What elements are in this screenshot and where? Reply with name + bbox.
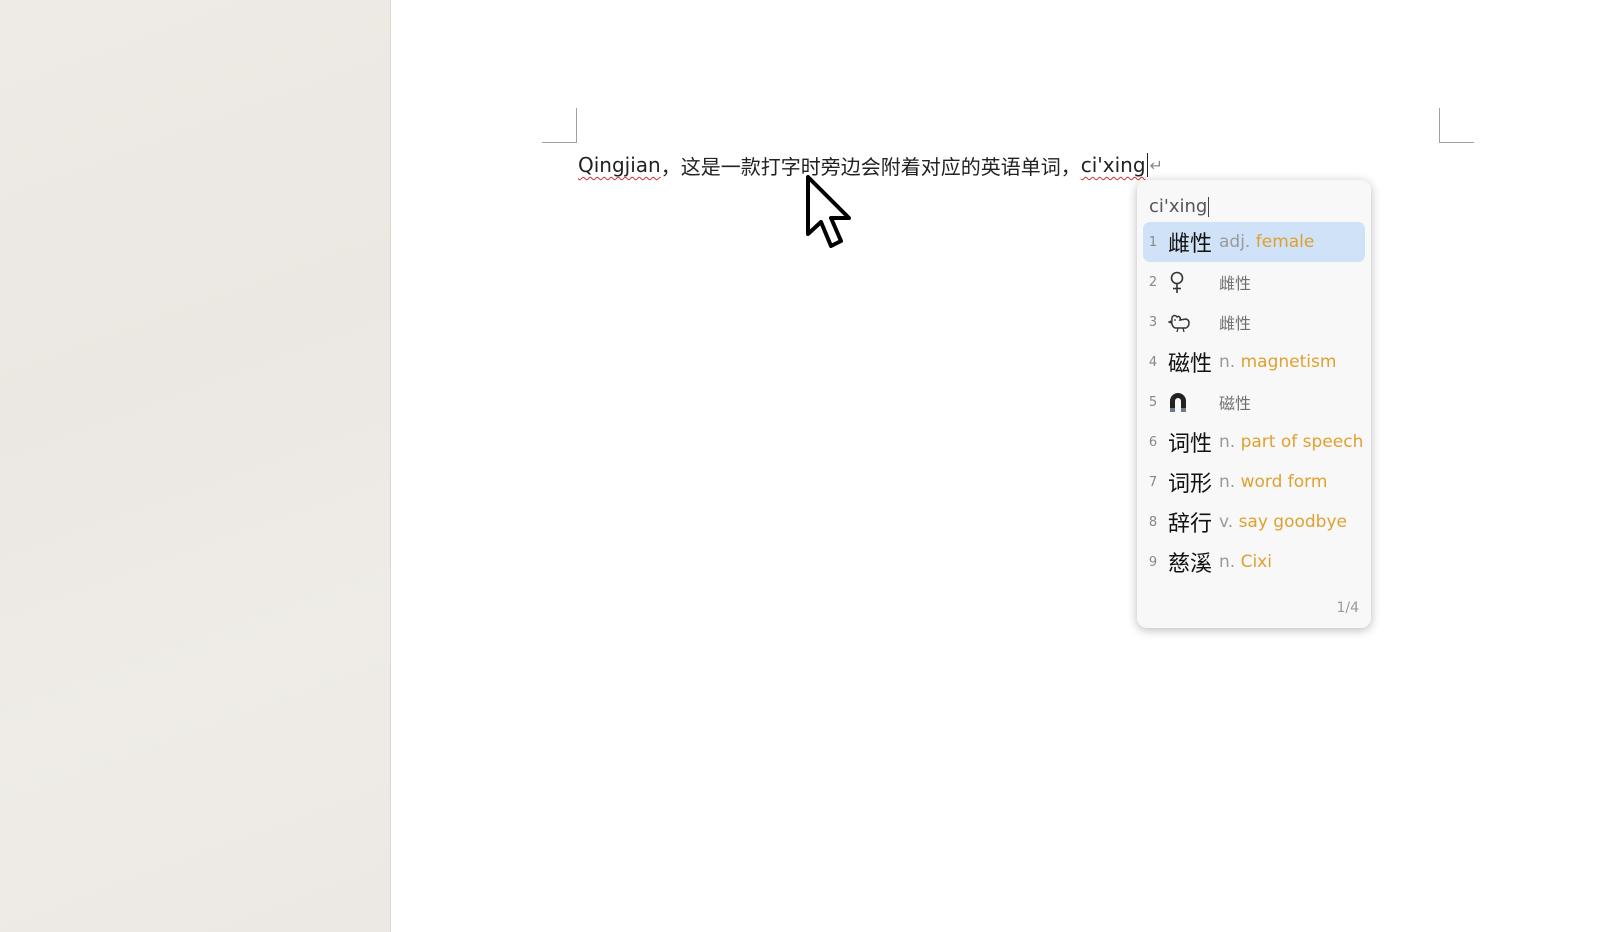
candidate-6[interactable]: 6 词性 n. part of speech xyxy=(1143,422,1365,462)
candidate-gloss: n. word form xyxy=(1219,472,1327,492)
ime-caret xyxy=(1208,196,1210,217)
candidate-gloss: n. part of speech xyxy=(1219,432,1363,452)
candidate-number: 7 xyxy=(1148,474,1158,490)
english-gloss: word form xyxy=(1240,472,1328,492)
candidate-page-indicator: 1/4 xyxy=(1336,600,1359,616)
candidate-gloss: n. Cixi xyxy=(1219,552,1272,572)
candidate-gloss: v. say goodbye xyxy=(1219,512,1347,532)
mouse-pointer-icon xyxy=(806,175,851,248)
candidate-8[interactable]: 8 辞行 v. say goodbye xyxy=(1143,502,1365,542)
candidate-gloss: adj. female xyxy=(1219,232,1314,252)
candidate-word: 辞行 xyxy=(1168,512,1213,537)
female-symbol-icon xyxy=(1170,271,1184,293)
candidate-emoji xyxy=(1162,310,1219,335)
ime-composition: ci'xing xyxy=(1149,196,1210,217)
margin-corner-top-right xyxy=(1439,108,1474,143)
candidate-1[interactable]: 1 雌性 adj. female xyxy=(1143,222,1365,262)
hen-icon xyxy=(1168,314,1190,332)
candidate-word: 词性 xyxy=(1168,432,1213,457)
candidate-9[interactable]: 9 慈溪 n. Cixi xyxy=(1143,542,1365,582)
candidate-emoji xyxy=(1162,390,1219,415)
english-gloss: part of speech xyxy=(1240,432,1364,452)
part-of-speech: adj. xyxy=(1219,232,1251,252)
candidate-5[interactable]: 5 磁性 xyxy=(1143,382,1365,422)
margin-corner-top-left xyxy=(542,108,577,143)
body-text: ，这是一款打字时旁边会附着对应的英语单词， xyxy=(660,154,1081,179)
part-of-speech: n. xyxy=(1219,552,1236,572)
candidate-emoji xyxy=(1162,270,1219,295)
misspelled-word: Qingjian xyxy=(578,153,661,177)
text-caret xyxy=(1146,153,1148,177)
part-of-speech: n. xyxy=(1219,352,1236,372)
composition-text: ci'xing xyxy=(1080,153,1146,177)
paragraph-mark-icon: ↵ xyxy=(1149,155,1163,175)
part-of-speech: n. xyxy=(1219,432,1236,452)
candidate-number: 3 xyxy=(1148,314,1158,330)
candidate-3[interactable]: 3 雌性 xyxy=(1143,302,1365,342)
candidate-number: 1 xyxy=(1148,234,1158,250)
candidate-word: 雌性 xyxy=(1168,232,1213,257)
candidate-number: 6 xyxy=(1148,434,1158,450)
candidate-number: 2 xyxy=(1148,274,1158,290)
english-gloss: say goodbye xyxy=(1238,512,1347,532)
candidate-description: 雌性 xyxy=(1219,274,1252,293)
candidate-number: 8 xyxy=(1148,514,1158,530)
english-gloss: Cixi xyxy=(1240,552,1272,572)
english-gloss: female xyxy=(1255,232,1315,252)
english-gloss: magnetism xyxy=(1240,352,1337,372)
candidate-word: 磁性 xyxy=(1168,352,1213,377)
candidate-2[interactable]: 2 雌性 xyxy=(1143,262,1365,302)
part-of-speech: n. xyxy=(1219,472,1236,492)
candidate-4[interactable]: 4 磁性 n. magnetism xyxy=(1143,342,1365,382)
part-of-speech: v. xyxy=(1219,512,1234,532)
candidate-word: 慈溪 xyxy=(1168,552,1213,577)
document-text-line[interactable]: Qingjian ，这是一款打字时旁边会附着对应的英语单词， ci'xing ↵ xyxy=(578,150,1163,180)
magnet-icon xyxy=(1170,392,1186,412)
candidate-number: 5 xyxy=(1148,394,1158,410)
candidate-number: 9 xyxy=(1148,554,1158,570)
candidate-number: 4 xyxy=(1148,354,1158,370)
side-pane xyxy=(0,0,391,932)
candidate-gloss: n. magnetism xyxy=(1219,352,1336,372)
candidate-word: 词形 xyxy=(1168,472,1213,497)
candidate-description: 雌性 xyxy=(1219,314,1252,333)
candidate-description: 磁性 xyxy=(1219,394,1252,413)
ime-candidate-window: ci'xing 1 雌性 adj. female 2 雌性 3 雌性 4 磁性 … xyxy=(1137,180,1371,628)
ime-input-text: ci'xing xyxy=(1149,196,1208,217)
candidate-7[interactable]: 7 词形 n. word form xyxy=(1143,462,1365,502)
